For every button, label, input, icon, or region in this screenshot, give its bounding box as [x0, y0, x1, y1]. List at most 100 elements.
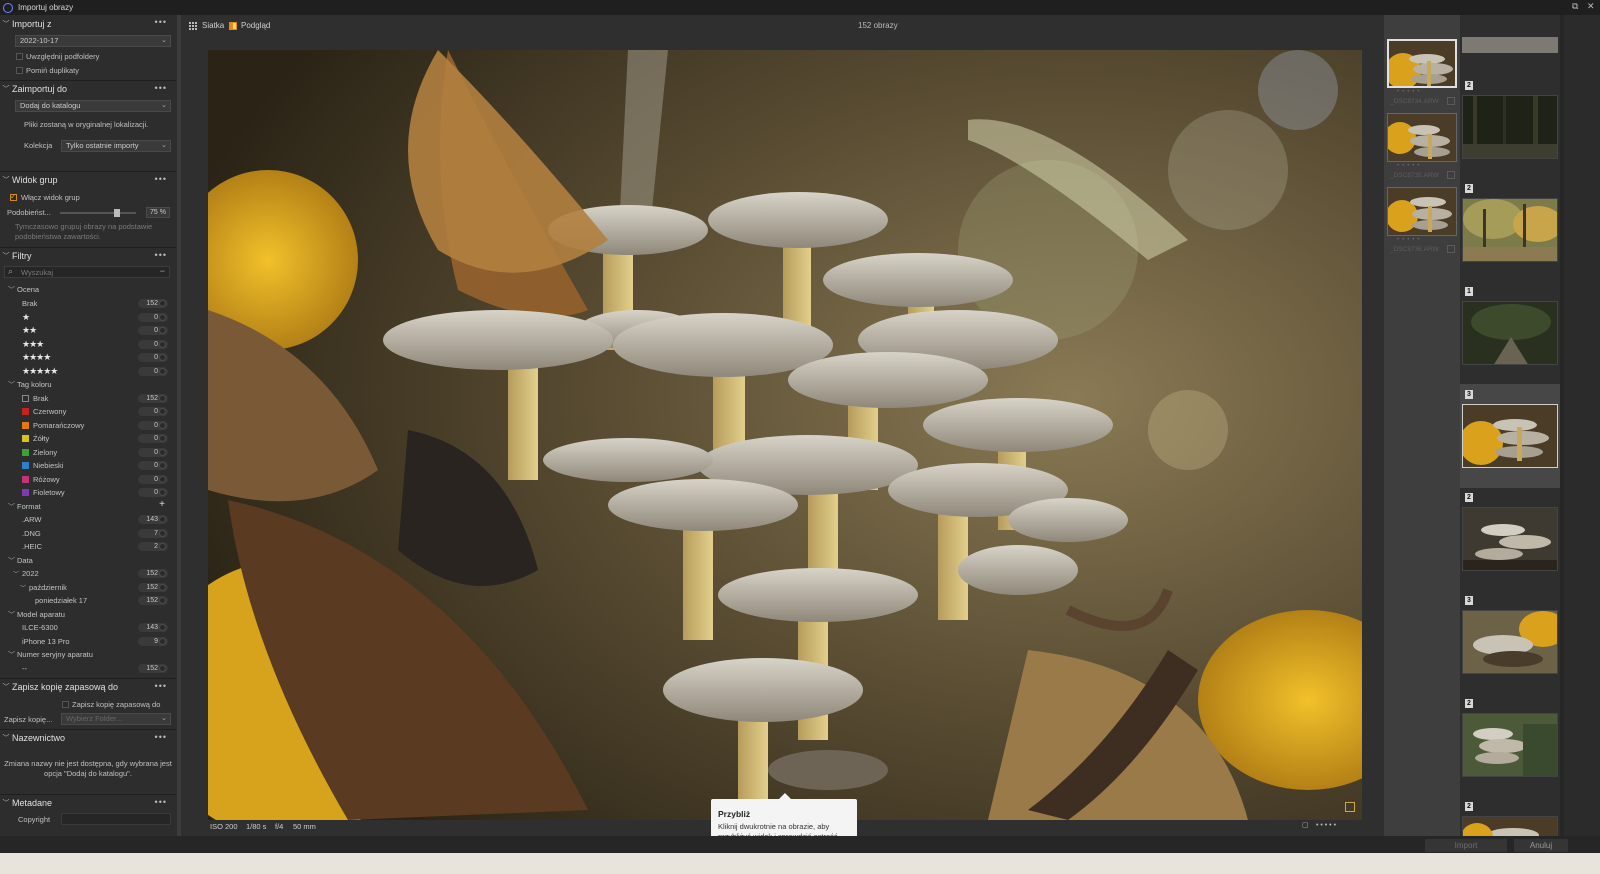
filter-group-color-tag[interactable]: ﹀ Tag koloru [0, 378, 176, 391]
group-strip-scrollbar[interactable] [1560, 15, 1564, 853]
date-row-day[interactable]: poniedziałek 17 152 [0, 594, 176, 607]
camera-row-ilce[interactable]: ILCE-6300 143 [0, 621, 176, 634]
format-label: .ARW [22, 515, 42, 524]
grid-view-button[interactable]: Siatka [202, 21, 224, 30]
chevron-down-icon: ﹀ [20, 586, 27, 592]
collapse-icon[interactable]: − [160, 266, 165, 276]
group-item[interactable]: 1 [1460, 287, 1560, 390]
rating-dots-icon[interactable]: ••••• [1397, 163, 1423, 169]
import-mode-select[interactable]: Dodaj do katalogu ⌄ [15, 100, 171, 112]
rating-row-2[interactable]: ★★ 0 [0, 324, 176, 337]
serial-row-unknown[interactable]: -- 152 [0, 662, 176, 675]
section-import-to[interactable]: ﹀ Zaimportuj do ••• [0, 80, 176, 97]
section-metadata[interactable]: ﹀ Metadane ••• [0, 794, 176, 811]
filter-group-camera-model[interactable]: ﹀ Model aparatu [0, 608, 176, 621]
thumbnail[interactable]: ••••• _DSC8736.ARW [1387, 187, 1457, 253]
group-item[interactable]: 2 [1460, 81, 1560, 184]
collection-select[interactable]: Tylko ostatnie importy ⌄ [61, 140, 171, 152]
include-subfolders-label: Uwzględnij podfoldery [26, 52, 100, 61]
group-item[interactable]: 2 [1460, 184, 1560, 287]
group-item[interactable]: 2 [1460, 699, 1560, 802]
more-icon[interactable]: ••• [155, 681, 167, 691]
rating-dots-icon[interactable]: ••••• [1397, 237, 1423, 243]
more-icon[interactable]: ••• [155, 174, 167, 184]
main-photo[interactable] [208, 50, 1362, 820]
filter-group-format[interactable]: ﹀ Format + [0, 499, 176, 513]
backup-folder-select[interactable]: Wybierz Folder... ⌄ [61, 713, 171, 725]
color-swatch-yellow [22, 435, 29, 442]
camera-row-iphone[interactable]: iPhone 13 Pro 9 [0, 635, 176, 648]
include-subfolders-checkbox[interactable] [16, 53, 23, 60]
thumbnail-filename: _DSC8735.ARW [1390, 172, 1439, 179]
more-icon[interactable]: ••• [155, 250, 167, 260]
skip-duplicates-checkbox[interactable] [16, 67, 23, 74]
zoom-toggle-icon[interactable] [1345, 802, 1355, 812]
format-row-dng[interactable]: .DNG 7 [0, 527, 176, 540]
thumbnail[interactable]: ••••• _DSC8735.ARW [1387, 113, 1457, 179]
rating-row-5[interactable]: ★★★★★ 0 [0, 365, 176, 378]
color-row-none[interactable]: Brak 152 [0, 392, 176, 405]
copyright-input[interactable] [61, 813, 171, 825]
group-count-badge: 2 [1465, 699, 1473, 708]
chevron-down-icon: ﹀ [8, 287, 15, 294]
format-row-heic[interactable]: .HEIC 2 [0, 540, 176, 553]
thumbnail[interactable]: ••••• _DSC8734.ARW [1387, 39, 1457, 105]
section-filters[interactable]: ﹀ Filtry ••• [0, 247, 176, 264]
similarity-slider-handle[interactable] [114, 209, 120, 217]
similarity-slider[interactable] [60, 209, 136, 217]
thumbnail-image [1387, 113, 1457, 162]
rating-dots-icon[interactable]: ••••• [1397, 89, 1423, 95]
more-icon[interactable]: ••• [155, 732, 167, 742]
more-icon[interactable]: ••• [155, 797, 167, 807]
thumbnail-checkbox[interactable] [1447, 245, 1455, 253]
filter-search-input[interactable]: ⌕ Wyszukaj − [4, 266, 170, 278]
import-button[interactable]: Import [1425, 839, 1507, 852]
preview-icon[interactable] [229, 22, 237, 30]
copyright-label: Copyright [18, 815, 51, 824]
filter-group-rating[interactable]: ﹀ Ocena [0, 283, 176, 296]
date-row-year[interactable]: ﹀ 2022 152 [0, 567, 176, 580]
filter-group-date[interactable]: ﹀ Data [0, 554, 176, 567]
frame-icon[interactable]: ▢ [1302, 821, 1309, 829]
color-row-blue[interactable]: Niebieski 0 [0, 459, 176, 472]
more-icon[interactable]: ••• [155, 83, 167, 93]
section-import-from[interactable]: ﹀ Importuj z ••• [0, 15, 176, 32]
restore-icon[interactable]: ⧉ [1572, 1, 1578, 12]
group-item-selected[interactable]: 3 [1460, 384, 1560, 488]
add-icon[interactable]: + [159, 499, 165, 510]
filter-group-serial[interactable]: ﹀ Numer seryjny aparatu [0, 648, 176, 661]
color-row-red[interactable]: Czerwony 0 [0, 405, 176, 418]
import-date-select[interactable]: 2022-10-17 ⌄ [15, 35, 171, 47]
group-item[interactable]: 2 [1460, 493, 1560, 596]
preview-view-button[interactable]: Podgląd [241, 21, 270, 30]
backup-checkbox[interactable] [62, 701, 69, 708]
grid-icon[interactable] [189, 22, 198, 30]
rating-row-4[interactable]: ★★★★ 0 [0, 351, 176, 364]
group-thumbnail [1462, 610, 1558, 674]
rating-row-3[interactable]: ★★★ 0 [0, 338, 176, 351]
enable-group-view-checkbox[interactable] [10, 192, 17, 201]
color-row-pink[interactable]: Różowy 0 [0, 473, 176, 486]
color-row-orange[interactable]: Pomarańczowy 0 [0, 419, 176, 432]
group-thumbnail-partial[interactable] [1462, 37, 1558, 53]
section-backup[interactable]: ﹀ Zapisz kopię zapasową do ••• [0, 678, 176, 695]
thumbnail-checkbox[interactable] [1447, 97, 1455, 105]
similarity-value-field[interactable]: 75 % [146, 207, 170, 218]
color-swatch-red [22, 408, 29, 415]
color-row-purple[interactable]: Fioletowy 0 [0, 486, 176, 499]
thumbnail-checkbox[interactable] [1447, 171, 1455, 179]
date-row-month[interactable]: ﹀ październik 152 [0, 581, 176, 594]
cancel-button[interactable]: Anuluj [1514, 839, 1568, 852]
color-row-green[interactable]: Zielony 0 [0, 446, 176, 459]
close-icon[interactable]: ✕ [1587, 1, 1595, 12]
more-icon[interactable]: ••• [155, 17, 167, 27]
section-naming[interactable]: ﹀ Nazewnictwo ••• [0, 729, 176, 746]
chevron-down-icon: ﹀ [2, 177, 10, 184]
section-group-view[interactable]: ﹀ Widok grup ••• [0, 171, 176, 188]
color-row-yellow[interactable]: Żółty 0 [0, 432, 176, 445]
group-item[interactable]: 3 [1460, 596, 1560, 699]
rating-row-1[interactable]: ★ 0 [0, 311, 176, 324]
rating-dots-icon[interactable]: • • • • • [1316, 822, 1336, 829]
format-row-arw[interactable]: .ARW 143 [0, 513, 176, 526]
rating-row-none[interactable]: Brak 152 [0, 297, 176, 310]
